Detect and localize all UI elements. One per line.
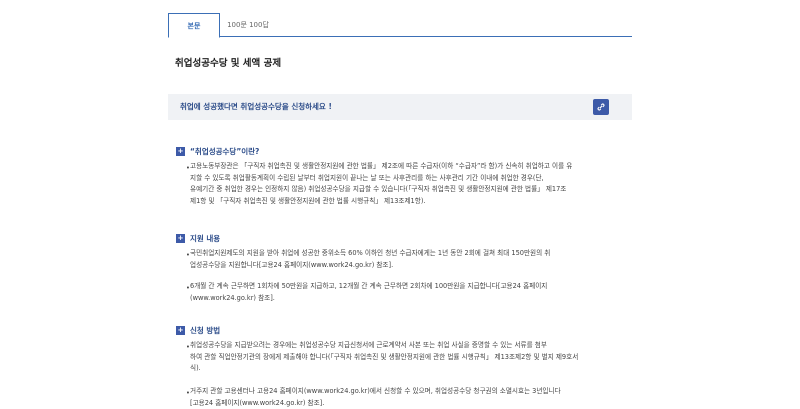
section-heading-text: “취업성공수당”이란? (190, 147, 260, 156)
banner: 취업에 성공했다면 취업성공수당을 신청하세요 ! (168, 94, 632, 120)
paragraph: 취업성공수당을 지급받으려는 경우에는 취업성공수당 지급신청서에 근로계약서 … (190, 340, 630, 375)
paragraph-line: 지할 수 있도록 취업활동계획이 수립된 날부터 취업지원이 끝나는 날 또는 … (190, 173, 544, 182)
paragraph-line: [고용24 홈페이지(www.work24.go.kr) 참조]. (190, 398, 325, 407)
plus-square-icon: + (176, 234, 185, 243)
tab-main[interactable]: 본문 (168, 13, 220, 38)
paragraph-line: (www.work24.go.kr) 참조]. (190, 293, 275, 302)
plus-square-icon: + (176, 147, 185, 156)
paragraph-line: 유예기간 중 취업한 경우는 인정하지 않음) 취업성공수당을 지급할 수 있습… (190, 185, 567, 193)
paragraph-line: 제1항 및 「구직자 취업촉진 및 생활안정지원에 관한 법률 시행규칙」 제1… (190, 196, 426, 205)
paragraph-line: 국민취업지원제도의 지원을 받아 취업에 성공한 중위소득 60% 이하인 청년… (190, 249, 551, 257)
paragraph: 고용노동부장관은 「구직자 취업촉진 및 생활안정지원에 관한 법률」 제2조에… (190, 161, 630, 207)
section-heading-text: 신청 방법 (190, 326, 221, 335)
plus-square-icon: + (176, 326, 185, 335)
link-icon[interactable] (593, 99, 609, 115)
paragraph-line: 하여 관할 직업안정기관의 장에게 제출해야 합니다(「구직자 취업촉진 및 생… (190, 352, 579, 361)
paragraph-line: 6개월 간 계속 근무하면 1회차에 50만원을 지급하고, 12개월 간 계속… (190, 282, 548, 290)
paragraph-line: 거주지 관할 고용센터나 고용24 홈페이지(www.work24.go.kr)… (190, 387, 561, 395)
paragraph-line: 식). (190, 364, 201, 372)
paragraph-line: 취업성공수당을 지급받으려는 경우에는 취업성공수당 지급신청서에 근로계약서 … (190, 341, 547, 349)
section-heading-support: + 지원 내용 (176, 233, 220, 244)
page-title: 취업성공수당 및 세액 공제 (175, 58, 282, 69)
tab-100-qa[interactable]: 100문 100답 (224, 13, 272, 37)
paragraph-line: 업성공수당을 지원합니다[고용24 홈페이지(www.work24.go.kr)… (190, 260, 394, 269)
paragraph: 국민취업지원제도의 지원을 받아 취업에 성공한 중위소득 60% 이하인 청년… (190, 248, 630, 271)
paragraph: 6개월 간 계속 근무하면 1회차에 50만원을 지급하고, 12개월 간 계속… (190, 281, 630, 304)
section-heading-apply: + 신청 방법 (176, 325, 220, 336)
section-heading-text: 지원 내용 (190, 234, 221, 243)
banner-text: 취업에 성공했다면 취업성공수당을 신청하세요 ! (180, 102, 332, 111)
paragraph: 거주지 관할 고용센터나 고용24 홈페이지(www.work24.go.kr)… (190, 386, 630, 409)
tab-bar: 본문 100문 100답 (168, 13, 632, 38)
paragraph-line: 고용노동부장관은 「구직자 취업촉진 및 생활안정지원에 관한 법률」 제2조에… (190, 162, 573, 170)
section-heading-definition: + “취업성공수당”이란? (176, 146, 259, 157)
